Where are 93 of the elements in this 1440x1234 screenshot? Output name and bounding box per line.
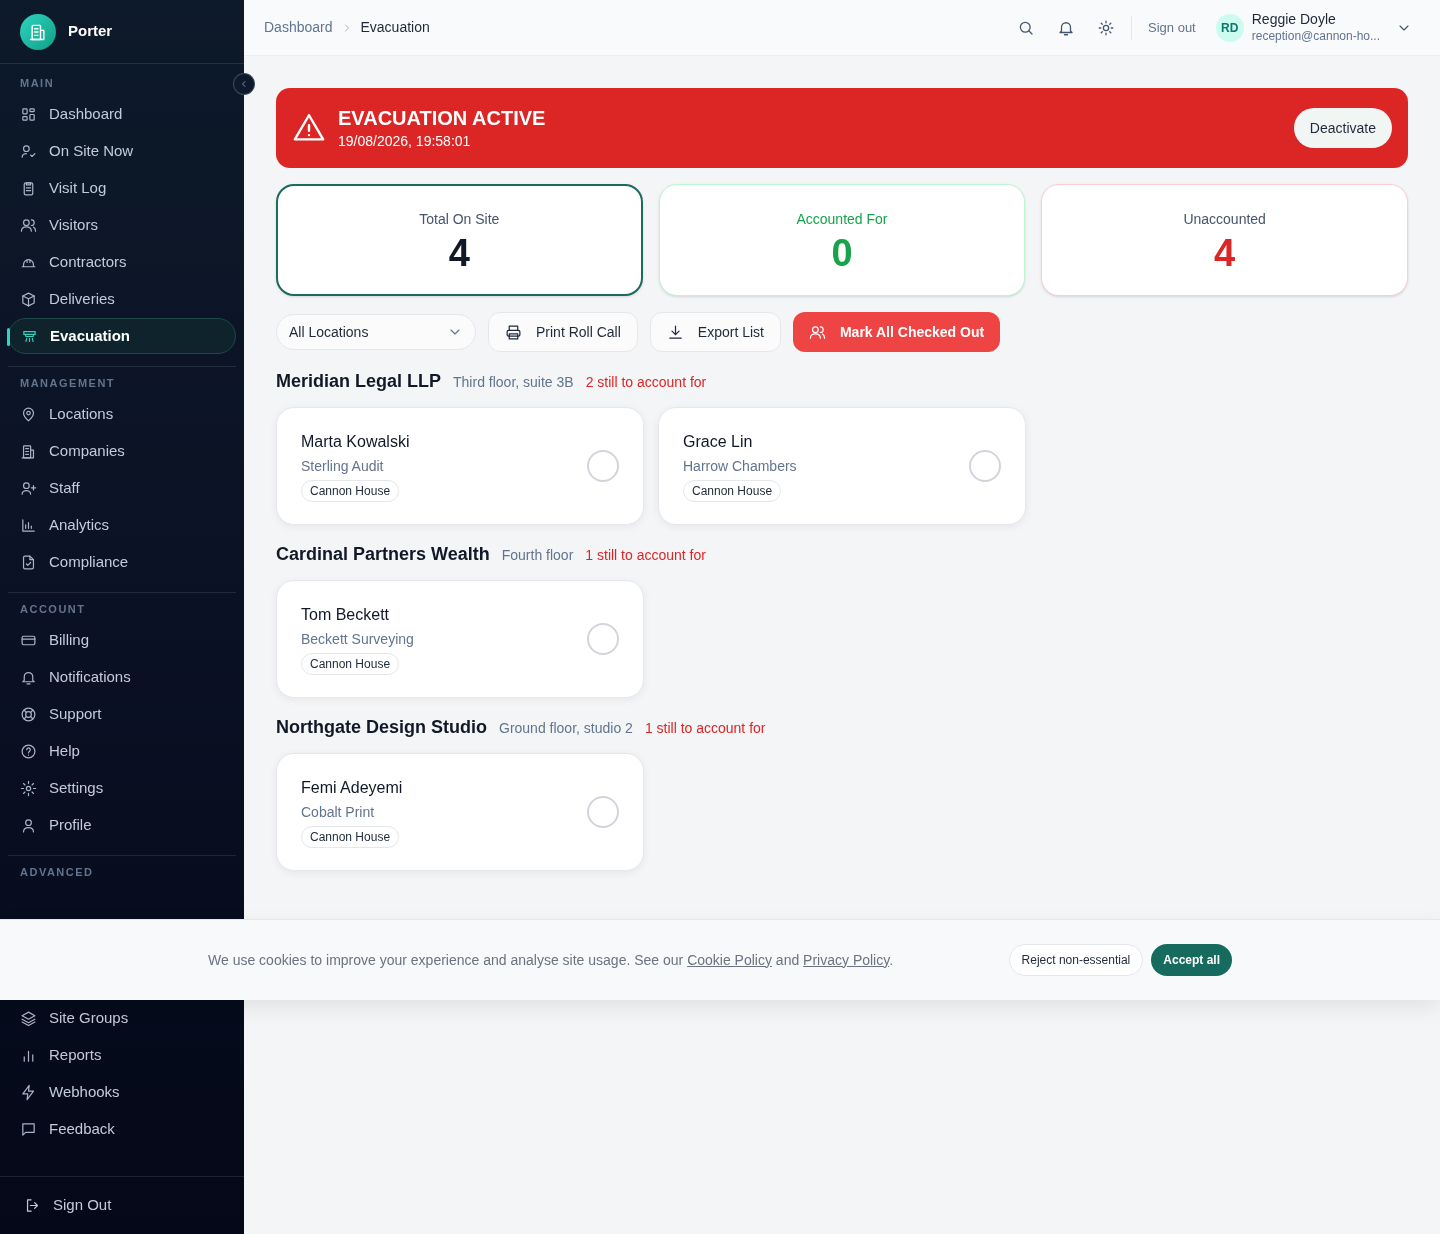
bar-chart-icon — [20, 516, 37, 534]
user-icon — [20, 816, 37, 834]
person-company: Harrow Chambers — [683, 457, 797, 476]
brand-name: Porter — [68, 21, 113, 42]
sidebar-item[interactable]: Contractors — [8, 244, 236, 280]
sidebar-item[interactable]: Help — [8, 733, 236, 769]
section-heading: MANAGEMENT — [19, 376, 117, 390]
stat-label: Total On Site — [419, 209, 500, 229]
user-email: reception@cannon-ho... — [1251, 28, 1380, 44]
person-company: Cobalt Print — [301, 803, 375, 822]
sidebar-item[interactable]: Billing — [8, 622, 236, 658]
building-icon — [20, 442, 37, 460]
settings-icon — [20, 779, 37, 797]
person-company: Beckett Surveying — [301, 630, 414, 649]
sidebar-item[interactable]: Deliveries — [8, 281, 236, 317]
sign-out-link[interactable]: Sign Out — [24, 1194, 112, 1217]
grid-icon — [20, 105, 37, 123]
company-location: Fourth floor — [501, 546, 574, 565]
sidebar-item[interactable]: Companies — [8, 433, 236, 469]
sidebar-item[interactable]: Settings — [8, 770, 236, 806]
section-heading: ACCOUNT — [19, 602, 87, 616]
stat-label: Accounted For — [796, 209, 888, 229]
stat-value: 4 — [1214, 233, 1236, 272]
company-name: Northgate Design Studio — [276, 716, 487, 739]
section-heading: ADVANCED — [19, 865, 95, 879]
stat-card[interactable]: Unaccounted 4 — [1041, 184, 1408, 296]
logo-icon — [20, 13, 56, 50]
printer-icon — [505, 323, 522, 341]
breadcrumb-item: Evacuation — [360, 18, 430, 37]
company-location: Third floor, suite 3B — [453, 373, 574, 392]
layers-icon — [20, 1009, 37, 1027]
toolbar-button[interactable]: Mark All Checked Out — [792, 312, 1001, 352]
sidebar-item[interactable]: Compliance — [8, 544, 236, 580]
lifebuoy-icon — [20, 705, 37, 723]
deactivate-button[interactable]: Deactivate — [1293, 108, 1392, 148]
sun-icon[interactable] — [1097, 18, 1116, 37]
help-icon — [20, 742, 37, 760]
breadcrumb-item[interactable]: Dashboard — [264, 17, 333, 38]
sidebar-item[interactable]: Visit Log — [8, 170, 236, 206]
company-name: Cardinal Partners Wealth — [276, 543, 490, 566]
file-check-icon — [20, 553, 37, 571]
sidebar-item[interactable]: Evacuation — [8, 318, 236, 354]
accept-button[interactable]: Accept all — [1151, 944, 1232, 976]
users-icon — [808, 323, 826, 341]
stat-label: Unaccounted — [1183, 209, 1266, 229]
user-name: Reggie Doyle — [1251, 11, 1337, 29]
company-location: Ground floor, studio 2 — [499, 719, 633, 738]
user-plus-icon — [20, 479, 37, 497]
sidebar-item[interactable]: Site Groups — [8, 1000, 236, 1036]
sidebar-item[interactable]: Feedback — [8, 1111, 236, 1147]
stat-card[interactable]: Total On Site 4 — [276, 184, 643, 296]
sidebar-item[interactable]: Reports — [8, 1037, 236, 1073]
sidebar-item[interactable]: On Site Now — [8, 133, 236, 169]
toolbar-button[interactable]: Export List — [649, 312, 781, 352]
section-heading: MAIN — [19, 76, 56, 90]
map-pin-icon — [20, 405, 37, 423]
sign-out-link[interactable]: Sign out — [1148, 17, 1196, 38]
collapse-sidebar-button[interactable] — [233, 73, 255, 95]
sidebar-item[interactable]: Profile — [8, 807, 236, 843]
toolbar-button[interactable]: Print Roll Call — [488, 312, 638, 352]
banner-title: EVACUATION ACTIVE — [338, 105, 546, 131]
sidebar-item[interactable]: Webhooks — [8, 1074, 236, 1110]
sidebar-item[interactable]: Notifications — [8, 659, 236, 695]
location-dropdown[interactable]: All Locations — [276, 314, 476, 350]
sidebar-item[interactable]: Support — [8, 696, 236, 732]
cookie-policy-link[interactable]: Cookie Policy — [687, 951, 772, 968]
company-name: Meridian Legal LLP — [276, 370, 442, 393]
stat-value: 0 — [831, 233, 853, 272]
lightning-icon — [20, 1083, 37, 1101]
sidebar-item[interactable]: Staff — [8, 470, 236, 506]
user-avatar: RD — [1215, 13, 1244, 42]
users-icon — [20, 216, 37, 234]
person-name: Grace Lin — [683, 432, 753, 452]
sidebar-item[interactable]: Dashboard — [8, 96, 236, 132]
banner-timestamp: 19/08/2026, 19:58:01 — [338, 132, 472, 151]
chat-icon — [20, 1120, 37, 1138]
person-company: Sterling Audit — [301, 457, 384, 476]
cookie-message: We use cookies to improve your experience and analyse site usage. See our Cookie Policy and Privacy Policy. — [208, 950, 894, 970]
sidebar-item[interactable]: Analytics — [8, 507, 236, 543]
person-name: Marta Kowalski — [301, 432, 410, 452]
box-icon — [20, 290, 37, 308]
reject-button[interactable]: Reject non-essential — [1008, 944, 1144, 976]
person-name: Tom Beckett — [301, 605, 390, 625]
remaining-count: 1 still to account for — [644, 719, 766, 738]
stat-value: 4 — [448, 233, 470, 272]
user-check-icon — [20, 142, 37, 160]
remaining-count: 2 still to account for — [585, 373, 707, 392]
logout-icon — [24, 1197, 41, 1214]
sidebar-item[interactable]: Locations — [8, 396, 236, 432]
download-icon — [666, 323, 684, 341]
person-name: Femi Adeyemi — [301, 778, 403, 798]
sidebar-item[interactable]: Visitors — [8, 207, 236, 243]
remaining-count: 1 still to account for — [585, 546, 706, 565]
